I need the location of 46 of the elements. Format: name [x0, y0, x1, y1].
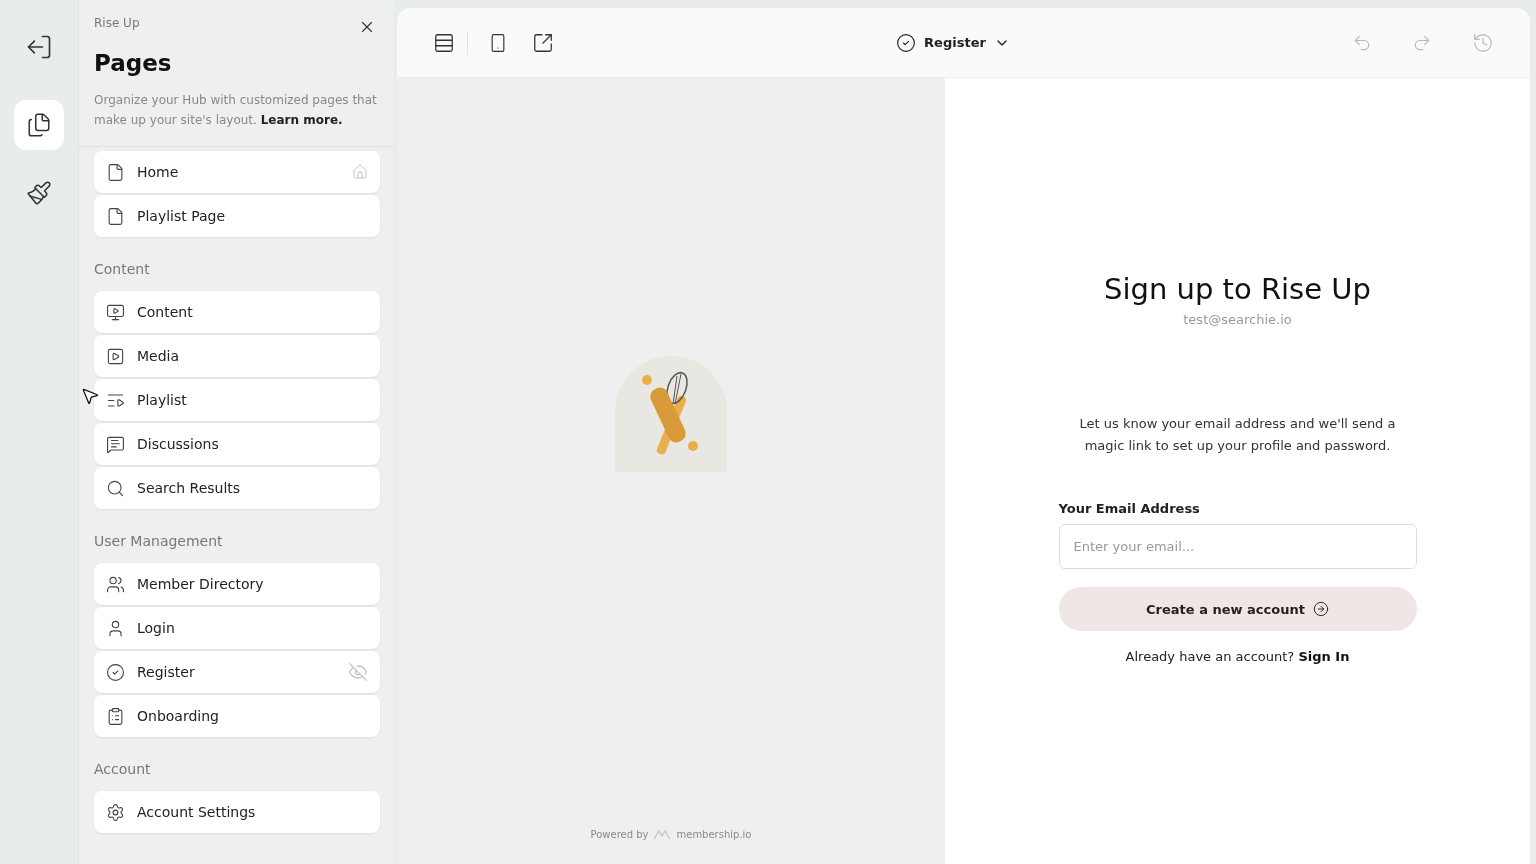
- clipboard-icon: [106, 706, 125, 726]
- section-heading: User Management: [94, 533, 224, 549]
- pages-icon[interactable]: [14, 100, 64, 150]
- cursor-icon: [80, 386, 100, 406]
- signup-heading: Sign up to Rise Up: [1104, 272, 1371, 306]
- home-icon: [352, 164, 368, 180]
- panel-description: Organize your Hub with customized pages that make up your site's layout. Learn more.: [94, 92, 378, 129]
- signin-prompt: Already have an account? Sign In: [1124, 649, 1351, 664]
- create-account-button[interactable]: Create a new account: [1058, 587, 1417, 631]
- page-item[interactable]: Login: [94, 607, 380, 649]
- users-icon: [106, 574, 125, 594]
- email-label: Your Email Address: [1058, 501, 1201, 516]
- arrow-circle-icon: [1312, 601, 1329, 617]
- page-item[interactable]: Onboarding: [94, 695, 380, 737]
- page-item[interactable]: Content: [94, 291, 380, 333]
- page-item[interactable]: Media: [94, 335, 380, 377]
- intro-text: Let us know your email address and we'll send a magic link to set up your profile and password.: [1078, 415, 1397, 455]
- play-square-icon: [106, 346, 125, 366]
- panel-title: Pages: [94, 50, 173, 76]
- section-heading: Content: [94, 261, 151, 277]
- site-email: test@searchie.io: [1183, 312, 1292, 327]
- check-circle-icon: [896, 32, 917, 53]
- signin-link[interactable]: Sign In: [1298, 649, 1350, 664]
- page-item[interactable]: Playlist Page: [94, 195, 380, 237]
- video-page-icon: [106, 302, 125, 322]
- page-item[interactable]: Discussions: [94, 423, 380, 465]
- page-item[interactable]: Register: [94, 651, 380, 693]
- search-icon: [106, 478, 125, 498]
- page-item[interactable]: Account Settings: [94, 791, 380, 833]
- page-icon: [106, 162, 125, 182]
- page-item[interactable]: Playlist: [94, 379, 380, 421]
- site-name: Rise Up: [94, 16, 140, 30]
- email-field[interactable]: Enter your email...: [1058, 524, 1417, 569]
- user-icon: [106, 618, 125, 638]
- check-circle-icon: [106, 662, 125, 682]
- section-heading: Account: [94, 761, 152, 777]
- settings-icon: [106, 802, 125, 822]
- powered-by-text: Powered by: [590, 828, 649, 840]
- page-item[interactable]: Member Directory: [94, 563, 380, 605]
- mountain-logo-icon: [653, 828, 672, 840]
- page-item[interactable]: Search Results: [94, 467, 380, 509]
- page-item[interactable]: Home: [94, 151, 380, 193]
- brand-name: membership.io: [676, 828, 752, 840]
- page-selector[interactable]: Register: [890, 31, 1016, 54]
- page-icon: [106, 206, 125, 226]
- chat-icon: [106, 434, 125, 454]
